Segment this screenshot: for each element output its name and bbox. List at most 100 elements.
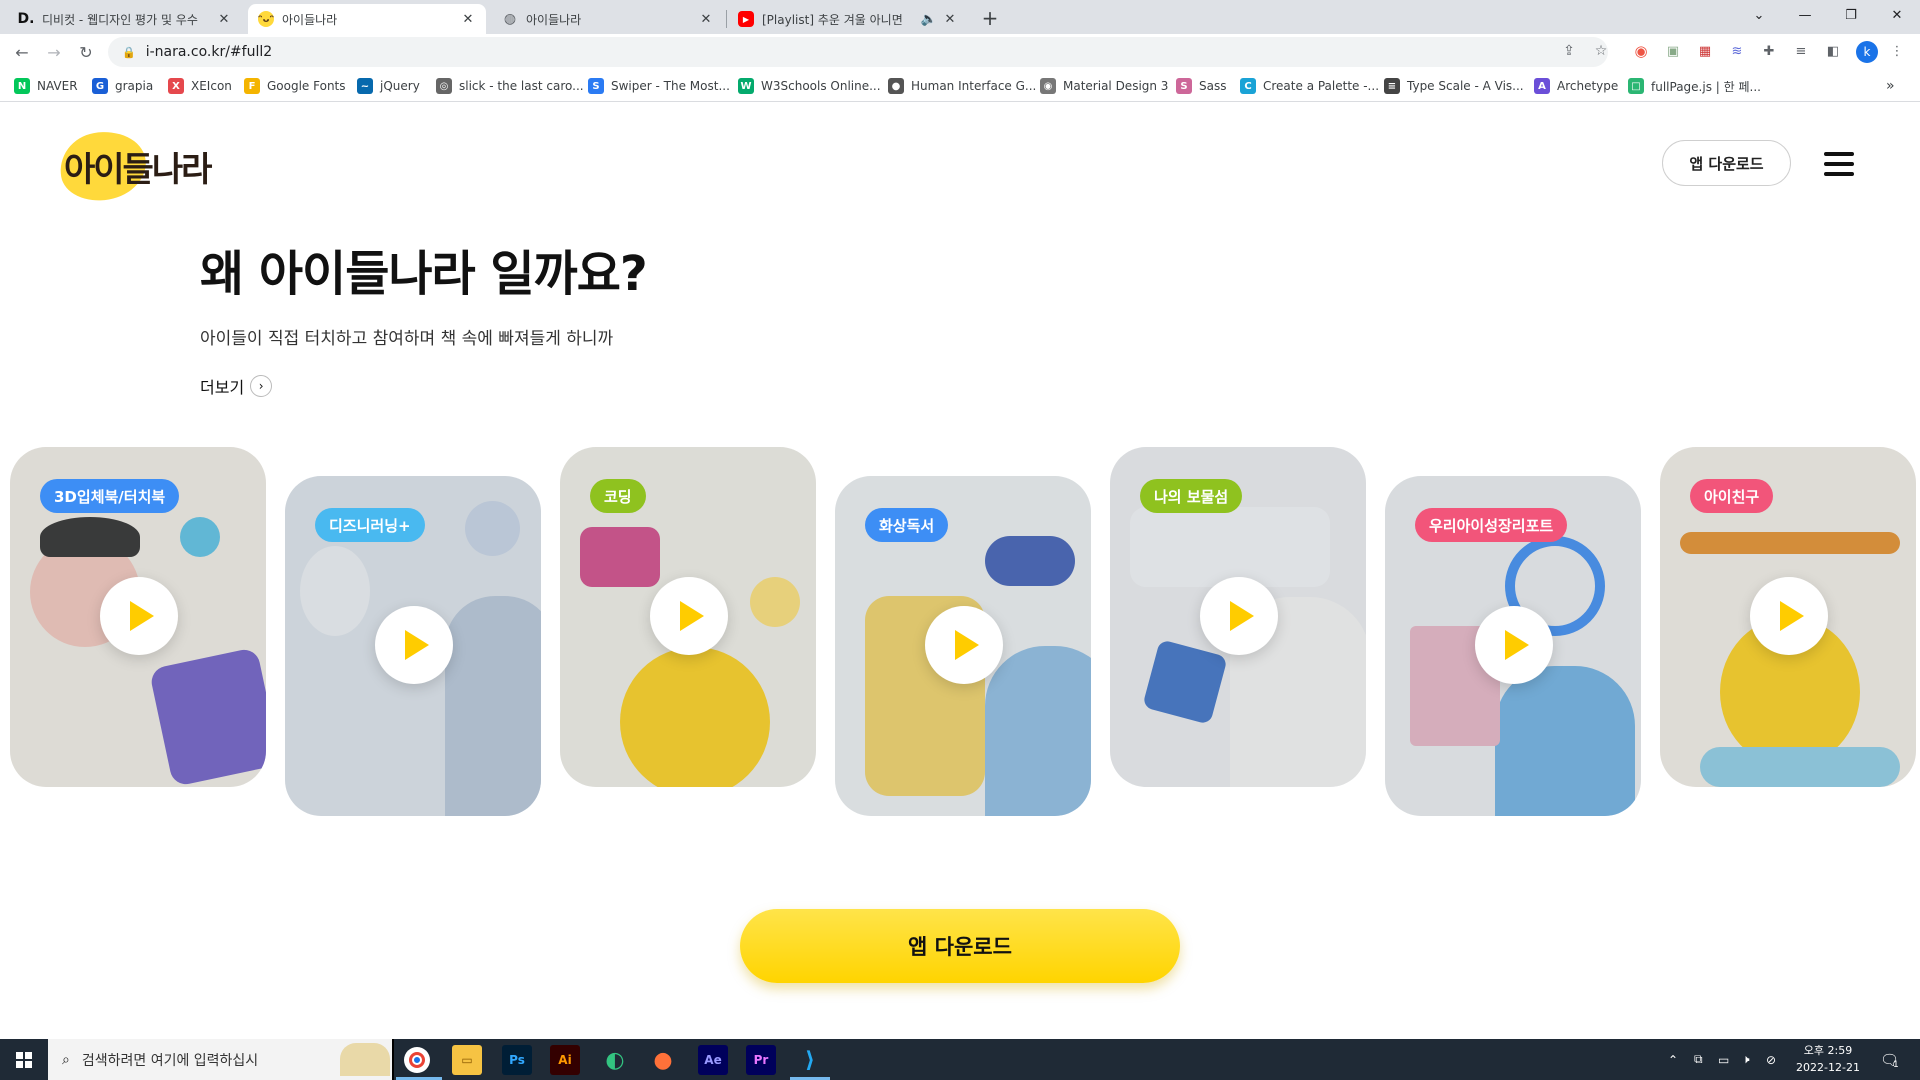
web-page: 아이들나라 앱 다운로드 왜 아이들나라 일까요? 아이들이 직접 터치하고 참… — [0, 102, 1920, 1039]
close-tab-icon[interactable]: ✕ — [216, 11, 232, 27]
tab-youtube-playlist[interactable]: ▶ [Playlist] 추운 겨울 아니면 🔈 ✕ — [728, 4, 968, 34]
blocked-icon[interactable]: ⊘ — [1766, 1039, 1776, 1080]
play-button[interactable] — [375, 606, 453, 684]
taskbar-search-box[interactable]: ⌕ 검색하려면 여기에 입력하십시 — [48, 1039, 392, 1080]
close-tab-icon[interactable]: ✕ — [460, 11, 476, 27]
card-treasure-island[interactable]: 나의 보물섬 — [1110, 447, 1366, 787]
taskbar-clock[interactable]: 오후 2:59 2022-12-21 — [1788, 1042, 1868, 1076]
premiere-app-icon[interactable]: Pr — [746, 1045, 776, 1075]
chrome-app-icon[interactable] — [404, 1047, 430, 1073]
close-tab-icon[interactable]: ✕ — [698, 11, 714, 27]
more-link[interactable]: 더보기 › — [200, 374, 273, 398]
material-icon: ◉ — [1040, 78, 1056, 94]
bookmark-w3schools[interactable]: W W3Schools Online... — [738, 77, 881, 95]
play-button[interactable] — [650, 577, 728, 655]
play-icon — [955, 630, 979, 660]
bookmark-swiper[interactable]: S Swiper - The Most... — [588, 77, 730, 95]
palette-icon: C — [1240, 78, 1256, 94]
image-extension-icon[interactable]: ▣ — [1664, 42, 1682, 60]
bookmark-slick[interactable]: ◎ slick - the last caro... — [436, 77, 584, 95]
card-3d-touchbook[interactable]: 3D입체북/터치북 — [10, 447, 266, 787]
card-video-reading[interactable]: 화상독서 — [835, 476, 1091, 816]
play-button[interactable] — [1750, 577, 1828, 655]
clock-date: 2022-12-21 — [1796, 1061, 1860, 1074]
play-icon — [1780, 601, 1804, 631]
network-icon[interactable]: ▭ — [1718, 1039, 1729, 1080]
address-bar[interactable]: 🔒 i-nara.co.kr/#full2 — [108, 37, 1608, 67]
hamburger-menu-icon[interactable] — [1824, 152, 1854, 176]
bookmark-jquery[interactable]: ~ jQuery — [357, 77, 420, 95]
play-icon — [405, 630, 429, 660]
speaker-icon[interactable]: 🔈 — [921, 11, 937, 27]
tab-search-icon[interactable]: ⌄ — [1736, 0, 1782, 30]
show-hidden-icons[interactable]: ⌃ — [1668, 1039, 1678, 1080]
device-icon[interactable]: ⧉ — [1694, 1039, 1703, 1080]
tab-inara[interactable]: ◍ 아이들나라 ✕ — [492, 4, 724, 34]
bookmark-sass[interactable]: S Sass — [1176, 77, 1226, 95]
play-button[interactable] — [100, 577, 178, 655]
smile-icon: ᵔᴗᵔ — [258, 11, 274, 27]
bookmark-google-fonts[interactable]: F Google Fonts — [244, 77, 346, 95]
play-button[interactable] — [1200, 577, 1278, 655]
taskbar-search-placeholder: 검색하려면 여기에 입력하십시 — [81, 1052, 259, 1069]
bookmark-material-design[interactable]: ◉ Material Design 3 — [1040, 77, 1168, 95]
play-button[interactable] — [925, 606, 1003, 684]
bookmark-grapia[interactable]: Ggrapia — [92, 77, 153, 95]
share-icon[interactable]: ⇪ — [1558, 40, 1580, 62]
bookmark-xeicon[interactable]: X XEIcon — [168, 77, 232, 95]
forward-arrow-icon[interactable]: → — [40, 38, 68, 66]
new-tab-button[interactable]: + — [976, 4, 1004, 32]
firefox-app-icon[interactable]: ● — [648, 1045, 678, 1075]
cta-app-download-button[interactable]: 앱 다운로드 — [740, 909, 1180, 983]
close-window-button[interactable]: ✕ — [1874, 0, 1920, 30]
puzzle-extensions-icon[interactable]: ✚ — [1760, 42, 1778, 60]
calendar-extension-icon[interactable]: ▦ — [1696, 42, 1714, 60]
taskbar-divider — [392, 1039, 394, 1080]
restore-button[interactable]: ❐ — [1828, 0, 1874, 30]
bookmark-type-scale[interactable]: ≡ Type Scale - A Vis... — [1384, 77, 1524, 95]
google-fonts-icon: F — [244, 78, 260, 94]
play-button[interactable] — [1475, 606, 1553, 684]
grapia-icon: G — [92, 78, 108, 94]
minimize-button[interactable]: — — [1782, 0, 1828, 30]
profile-avatar[interactable]: k — [1856, 41, 1878, 63]
media-control-icon[interactable]: ≡ — [1792, 42, 1810, 60]
after-effects-app-icon[interactable]: Ae — [698, 1045, 728, 1075]
inara-logo[interactable]: 아이들나라 — [54, 125, 220, 207]
tab-dbcut[interactable]: D. 디비컷 - 웹디자인 평가 및 우수 ✕ — [8, 4, 242, 34]
bookmark-naver[interactable]: N NAVER — [14, 77, 78, 95]
layers-extension-icon[interactable]: ≋ — [1728, 42, 1746, 60]
card-tag: 3D입체북/터치북 — [40, 479, 180, 513]
reload-icon[interactable]: ↻ — [72, 38, 100, 66]
logo-text: 아이들나라 — [64, 150, 212, 190]
illustrator-app-icon[interactable]: Ai — [550, 1045, 580, 1075]
card-ai-friend[interactable]: 아이친구 — [1660, 447, 1916, 787]
bookmark-create-palette[interactable]: C Create a Palette -... — [1240, 77, 1379, 95]
url-text[interactable]: i-nara.co.kr/#full2 — [146, 44, 272, 60]
notification-center-icon[interactable]: 🗨 1 — [1880, 1039, 1899, 1080]
photoshop-app-icon[interactable]: Ps — [502, 1045, 532, 1075]
card-tag: 나의 보물섬 — [1140, 479, 1243, 513]
file-explorer-app-icon[interactable]: ▭ — [452, 1045, 482, 1075]
edge-app-icon[interactable]: ◐ — [600, 1045, 630, 1075]
vscode-app-icon[interactable]: ⟩ — [795, 1045, 825, 1075]
card-coding[interactable]: 코딩 — [560, 447, 816, 787]
close-tab-icon[interactable]: ✕ — [942, 11, 958, 27]
header-app-download-button[interactable]: 앱 다운로드 — [1662, 140, 1791, 186]
bookmark-human-interface[interactable]: ● Human Interface G... — [888, 77, 1036, 95]
browser-menu-icon[interactable]: ⋮ — [1888, 42, 1906, 60]
bookmark-star-icon[interactable]: ☆ — [1590, 40, 1612, 62]
color-picker-extension-icon[interactable]: ◉ — [1632, 42, 1650, 60]
more-bookmarks-icon[interactable]: » — [1886, 77, 1895, 95]
card-disney-learning[interactable]: 디즈니러닝+ — [285, 476, 541, 816]
bookmark-fullpage[interactable]: □ fullPage.js | 한 페... — [1628, 77, 1761, 95]
archetype-icon: A — [1534, 78, 1550, 94]
bookmark-archetype[interactable]: A Archetype — [1534, 77, 1618, 95]
side-panel-icon[interactable]: ◧ — [1824, 42, 1842, 60]
tab-inara-active[interactable]: ᵔᴗᵔ 아이들나라 ✕ — [248, 4, 486, 34]
windows-start-icon[interactable] — [0, 1039, 48, 1080]
volume-icon[interactable]: 🕨 — [1742, 1039, 1750, 1080]
card-growth-report[interactable]: 우리아이성장리포트 — [1385, 476, 1641, 816]
search-highlight-illustration — [340, 1043, 390, 1076]
back-arrow-icon[interactable]: ← — [8, 38, 36, 66]
